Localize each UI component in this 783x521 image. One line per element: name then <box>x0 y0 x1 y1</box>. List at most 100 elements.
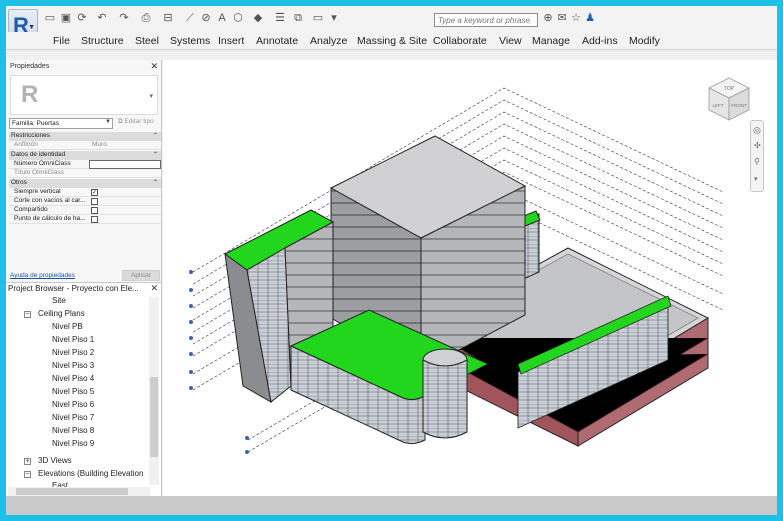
omniclass-number-field[interactable] <box>89 160 161 169</box>
switch-windows-icon[interactable]: ⧉ <box>292 13 304 24</box>
pan-icon[interactable]: ✣ <box>754 141 761 150</box>
tree-item-level[interactable]: Nivel Piso 1 <box>52 335 94 344</box>
measure-icon[interactable]: ⊟ <box>162 13 174 24</box>
section-icon[interactable]: ◆ <box>252 13 264 24</box>
tab-steel[interactable]: Steel <box>135 35 159 47</box>
collapse-icon[interactable]: − <box>24 471 31 478</box>
viewcube-top-label: TOP <box>724 86 735 92</box>
property-row: Número OmniClass <box>9 160 161 169</box>
tree-item-3d-views[interactable]: 3D Views <box>38 456 72 465</box>
property-label: Título OmniClass <box>14 169 64 176</box>
section-identity[interactable]: Datos de identidad ⌃ <box>9 151 161 160</box>
property-label: Siempre vertical <box>14 188 61 195</box>
collapse-icon: ⌃ <box>152 152 158 158</box>
properties-title: Propiedades <box>10 63 50 70</box>
tree-item-site[interactable]: Site <box>52 296 66 305</box>
tree-item-level[interactable]: Nivel Piso 2 <box>52 348 94 357</box>
properties-palette: Propiedades ✕ R ▾ Familia: Puertas ▼ ⧉ E… <box>6 60 162 284</box>
always-vertical-checkbox[interactable]: ✓ <box>91 189 98 196</box>
text-icon[interactable]: A <box>216 13 228 24</box>
section-label: Otros <box>11 179 27 186</box>
tree-item-elevations[interactable]: Elevations (Building Elevation <box>38 469 143 478</box>
viewcube-left-label: LEFT <box>712 103 723 108</box>
apply-button[interactable]: Aplicar <box>122 270 160 281</box>
redo-icon[interactable]: ↷ <box>118 13 130 24</box>
scroll-thumb[interactable] <box>16 488 128 495</box>
3d-view-canvas[interactable]: TOP LEFT FRONT ◎ ✣ ⚲ ▾ <box>163 60 777 496</box>
tree-item-level[interactable]: Nivel PB <box>52 322 83 331</box>
property-value: Muro <box>92 141 107 148</box>
user-icon[interactable]: ♟ <box>584 13 596 24</box>
cylinder-body <box>422 359 468 439</box>
tab-modify[interactable]: Modify <box>629 35 660 47</box>
tree-item-level[interactable]: Nivel Piso 3 <box>52 361 94 370</box>
sync-icon[interactable]: ⟳ <box>76 13 88 24</box>
project-browser: Project Browser - Proyecto con Ele... ✕ … <box>6 282 162 496</box>
cut-voids-checkbox[interactable] <box>91 198 98 205</box>
tree-item-level[interactable]: Nivel Piso 6 <box>52 400 94 409</box>
properties-help-link[interactable]: Ayuda de propiedades <box>10 272 75 279</box>
viewcube-front-label: FRONT <box>731 103 747 108</box>
tree-item-level[interactable]: Nivel Piso 5 <box>52 387 94 396</box>
expand-icon[interactable]: + <box>24 458 31 465</box>
edit-type-button[interactable]: ⧉ Editar tipo <box>118 118 154 126</box>
section-label: Restricciones <box>11 132 51 139</box>
tab-collaborate[interactable]: Collaborate <box>433 35 487 47</box>
scroll-thumb[interactable] <box>150 377 158 457</box>
zoom-icon[interactable]: ⚲ <box>754 157 760 166</box>
tree-item-level[interactable]: Nivel Piso 8 <box>52 426 94 435</box>
tree-item-ceiling-plans[interactable]: Ceiling Plans <box>38 309 85 318</box>
property-label: Número OmniClass <box>14 160 71 167</box>
keyword-search-input[interactable]: Type a keyword or phrase <box>434 13 538 27</box>
project-browser-title: Project Browser - Proyecto con Ele... <box>8 284 139 293</box>
tag-icon[interactable]: ⊘ <box>200 13 212 24</box>
collapse-icon[interactable]: − <box>24 311 31 318</box>
tab-massing-site[interactable]: Massing & Site <box>357 35 427 47</box>
horizontal-scrollbar[interactable] <box>8 487 150 496</box>
thin-lines-icon[interactable]: ☰ <box>274 13 286 24</box>
chevron-down-icon: ▼ <box>105 119 111 125</box>
property-row: Anfitrión Muro <box>9 141 161 150</box>
3d-view-icon[interactable]: ⬡ <box>232 13 244 24</box>
steering-wheel-icon[interactable]: ◎ <box>753 125 761 136</box>
undo-icon[interactable]: ↶ <box>96 13 108 24</box>
open-icon[interactable]: ▭ <box>44 13 56 24</box>
building-model <box>189 87 724 454</box>
tab-annotate[interactable]: Annotate <box>256 35 298 47</box>
tab-systems[interactable]: Systems <box>170 35 210 47</box>
section-label: Datos de identidad <box>11 151 66 158</box>
tab-file[interactable]: File <box>53 35 70 47</box>
tab-insert[interactable]: Insert <box>218 35 244 47</box>
tab-add-ins[interactable]: Add-ins <box>582 35 618 47</box>
save-icon[interactable]: ▣ <box>60 13 72 24</box>
favorites-star-icon[interactable]: ☆ <box>570 13 582 24</box>
shared-checkbox[interactable] <box>91 207 98 214</box>
subscription-icon[interactable]: ✉ <box>556 13 568 24</box>
tree-item-level[interactable]: Nivel Piso 7 <box>52 413 94 422</box>
tab-manage[interactable]: Manage <box>532 35 570 47</box>
vertical-scrollbar[interactable] <box>149 297 159 485</box>
tab-structure[interactable]: Structure <box>81 35 124 47</box>
close-hidden-icon[interactable]: ▭ <box>312 13 324 24</box>
property-row: Corte con vacíos al car... <box>9 197 161 206</box>
navigation-bar: ◎ ✣ ⚲ ▾ <box>750 120 764 192</box>
print-icon[interactable]: ⎙ <box>140 13 152 24</box>
close-icon[interactable]: ✕ <box>150 61 158 72</box>
customize-qat-icon[interactable]: ▾ <box>328 13 340 24</box>
viewcube[interactable]: TOP LEFT FRONT <box>701 74 757 126</box>
type-selector[interactable]: R ▾ <box>10 75 158 115</box>
family-filter-select[interactable]: Familia: Puertas ▼ <box>9 118 113 129</box>
tree-item-level[interactable]: Nivel Piso 9 <box>52 439 94 448</box>
tree-item-level[interactable]: Nivel Piso 4 <box>52 374 94 383</box>
revit-window: R ▼ ▭ ▣ ⟳ ↶ ↷ ⎙ ⊟ ⟋ ⊘ A ⬡ ◆ ☰ ⧉ ▭ ▾ Type… <box>6 6 777 515</box>
options-chevron-icon[interactable]: ▾ <box>754 175 758 183</box>
collapse-icon: ⌃ <box>152 133 158 139</box>
tab-view[interactable]: View <box>499 35 522 47</box>
tab-analyze[interactable]: Analyze <box>310 35 347 47</box>
binoculars-icon[interactable]: ⊕ <box>542 13 554 24</box>
room-calc-checkbox[interactable] <box>91 216 98 223</box>
section-other[interactable]: Otros ⌃ <box>9 179 161 188</box>
section-constraints[interactable]: Restricciones ⌃ <box>9 132 161 141</box>
close-icon[interactable]: ✕ <box>150 283 158 294</box>
dimension-icon[interactable]: ⟋ <box>184 13 196 24</box>
